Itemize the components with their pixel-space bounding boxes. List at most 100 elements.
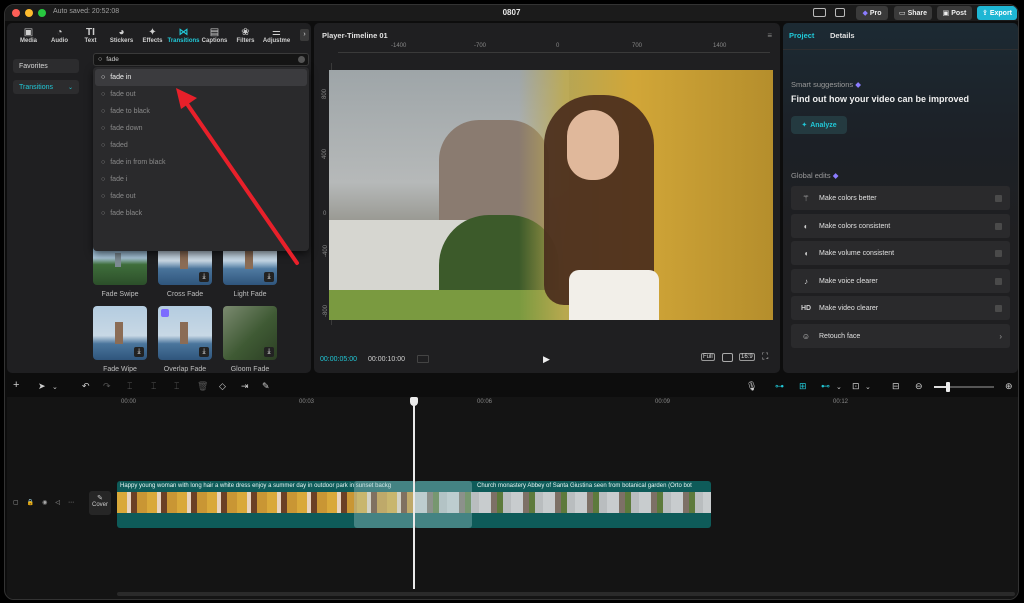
global-edit-item[interactable]: HD Make video clearer	[791, 296, 1010, 320]
tool-adjustment[interactable]: ⚌ Adjustme	[261, 23, 292, 49]
play-button[interactable]: ▶	[543, 354, 550, 365]
fullscreen-icon[interactable]: ⛶	[762, 351, 768, 362]
voice-icon: ♪	[804, 276, 808, 286]
tool-stickers[interactable]: ◕ Stickers	[106, 23, 137, 49]
tool-text[interactable]: TI Text	[75, 23, 106, 49]
tab-project[interactable]: Project	[789, 31, 814, 40]
freeze-icon[interactable]: ⇥	[241, 381, 249, 392]
split-left-icon[interactable]: ⌶	[151, 381, 156, 392]
transition-thumb-overlap-fade[interactable]: ⤓	[158, 306, 212, 360]
draw-icon[interactable]: ✎	[262, 381, 270, 392]
playhead[interactable]	[410, 397, 418, 589]
toolbar-more-button[interactable]: ›	[300, 29, 309, 41]
checkbox[interactable]	[995, 278, 1002, 285]
cover-button[interactable]: ✎ Cover	[89, 491, 111, 515]
checkbox[interactable]	[995, 195, 1002, 202]
select-tool-icon[interactable]: ➤	[38, 381, 46, 392]
stickers-icon: ◕	[118, 26, 125, 38]
playhead-handle[interactable]	[410, 397, 418, 406]
transition-thumb-fade-wipe[interactable]: ⤓	[93, 306, 147, 360]
retouch-icon: ☺	[801, 331, 811, 341]
timeline-tick: 00:00	[121, 399, 137, 405]
suggestion-item[interactable]: ○ fade out	[95, 86, 307, 103]
checkbox[interactable]	[995, 223, 1002, 230]
fit-icon[interactable]: ⊟	[892, 381, 900, 392]
zoom-slider-handle[interactable]	[946, 382, 950, 392]
download-icon[interactable]: ⤓	[134, 347, 144, 357]
preview-axis-icon[interactable]: ⊡	[852, 381, 860, 392]
tool-effects[interactable]: ✦ Effects	[137, 23, 168, 49]
tool-audio[interactable]: ◔ Audio	[44, 23, 75, 49]
suggestion-item[interactable]: ○ fade black	[95, 205, 307, 222]
tool-media[interactable]: ▣ Media	[13, 23, 44, 49]
download-icon[interactable]: ⤓	[264, 272, 274, 282]
clear-search-icon[interactable]	[298, 56, 305, 63]
chevron-down-icon[interactable]: ⌄	[865, 383, 871, 391]
export-icon: ⇪	[981, 10, 988, 17]
smart-suggestions-heading: Find out how your video can be improved	[791, 94, 970, 104]
delete-icon[interactable]: 🗑	[197, 381, 208, 392]
timecode-grid-icon[interactable]	[417, 355, 429, 363]
full-quality-button[interactable]: Full	[701, 353, 715, 361]
more-icon[interactable]: ⋯	[68, 499, 74, 511]
suggestion-item[interactable]: ○ fade i	[95, 171, 307, 188]
suggestion-item[interactable]: ○ fade in from black	[95, 154, 307, 171]
eye-icon[interactable]: ◉	[42, 499, 47, 511]
screenshot-icon[interactable]	[722, 353, 733, 362]
microphone-icon[interactable]: 🎙	[746, 381, 757, 392]
global-edit-item[interactable]: ⚚ Make colors better	[791, 186, 1010, 210]
global-edit-item[interactable]: ☺ Retouch face ›	[791, 324, 1010, 348]
tool-captions[interactable]: ▤ Captions	[199, 23, 230, 49]
global-edit-item[interactable]: ♪ Make voice clearer	[791, 269, 1010, 293]
settings-icon[interactable]	[835, 8, 845, 17]
export-button[interactable]: ⇪ Export	[977, 6, 1017, 20]
magnet-icon[interactable]: ⊞	[799, 381, 807, 392]
total-time: 00:00:10:00	[368, 356, 405, 363]
checkbox[interactable]	[995, 250, 1002, 257]
global-edit-item[interactable]: ◐ Make colors consistent	[791, 214, 1010, 238]
timeline-scrollbar[interactable]	[117, 592, 1015, 596]
download-icon[interactable]: ⤓	[199, 272, 209, 282]
zoom-in-icon[interactable]: ⊕	[1005, 381, 1013, 392]
redo-icon[interactable]: ↷	[103, 381, 111, 392]
global-edit-item[interactable]: ◖ Make volume consistent	[791, 241, 1010, 265]
lock-icon[interactable]: 🔒	[27, 499, 34, 511]
suggestion-item[interactable]: ○ fade down	[95, 120, 307, 137]
track-visibility-icon[interactable]: ▢	[13, 499, 19, 511]
chevron-down-icon[interactable]: ⌄	[836, 383, 842, 391]
snap-icon[interactable]: ⊷	[821, 381, 830, 392]
search-input[interactable]: ○ fade	[93, 53, 309, 66]
analyze-button[interactable]: ✦ Analyze	[791, 116, 847, 134]
chevron-down-icon[interactable]: ⌄	[52, 383, 58, 391]
layout-icon[interactable]	[813, 8, 826, 17]
suggestion-item[interactable]: ○ fade out	[95, 188, 307, 205]
sidebar-favorites[interactable]: Favorites	[13, 59, 79, 73]
ruler-tick: 0	[556, 43, 560, 49]
suggestion-item[interactable]: ○ fade to black	[95, 103, 307, 120]
zoom-out-icon[interactable]: ⊖	[915, 381, 923, 392]
menu-icon[interactable]: ≡	[767, 31, 772, 40]
link-icon[interactable]: ⊶	[775, 381, 784, 392]
zoom-slider[interactable]	[934, 382, 994, 392]
add-icon[interactable]: +	[13, 379, 19, 391]
tool-filters[interactable]: ❀ Filters	[230, 23, 261, 49]
post-button[interactable]: ▣ Post	[937, 6, 972, 20]
download-icon[interactable]: ⤓	[199, 347, 209, 357]
sidebar-transitions[interactable]: Transitions ⌄	[13, 80, 79, 94]
checkbox[interactable]	[995, 305, 1002, 312]
pro-button[interactable]: ◆ Pro	[856, 6, 888, 20]
marker-icon[interactable]: ◇	[219, 381, 226, 392]
tool-transitions[interactable]: ⋈ Transitions	[168, 23, 200, 49]
suggestion-item[interactable]: ○ fade in	[95, 69, 307, 86]
video-preview[interactable]	[329, 70, 773, 320]
suggestion-item[interactable]: ○ faded	[95, 137, 307, 154]
transition-thumb-gloom-fade[interactable]: ⤓	[223, 306, 277, 360]
download-icon[interactable]: ⤓	[264, 347, 274, 357]
undo-icon[interactable]: ↶	[82, 381, 90, 392]
audio-mute-icon[interactable]: ◁	[55, 499, 60, 511]
split-right-icon[interactable]: ⌶	[174, 381, 179, 392]
split-icon[interactable]: ⌶	[127, 381, 132, 392]
aspect-ratio-button[interactable]: 16:9	[739, 353, 755, 361]
tab-details[interactable]: Details	[830, 31, 855, 40]
share-button[interactable]: ▭ Share	[894, 6, 932, 20]
